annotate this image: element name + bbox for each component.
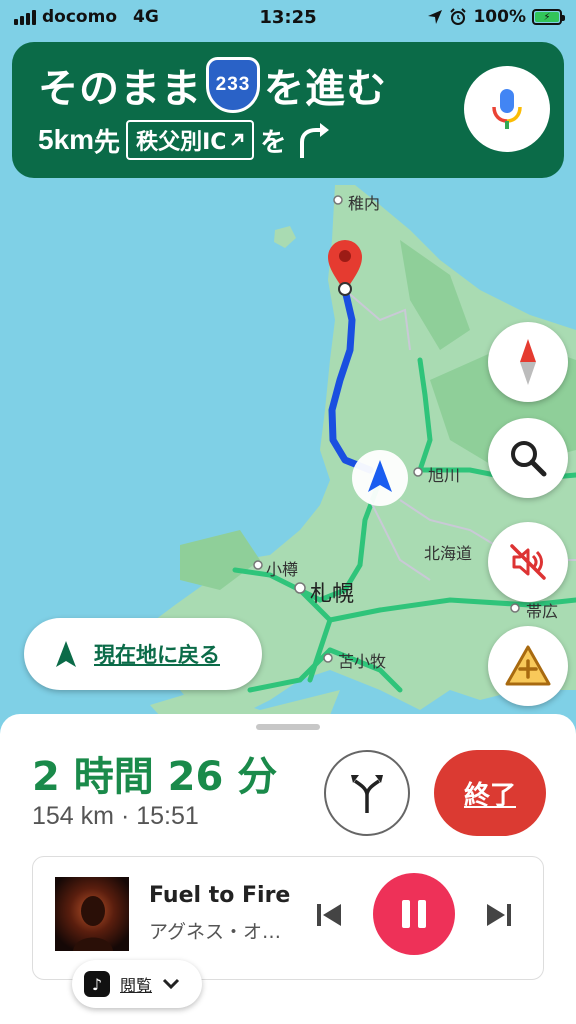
mute-button[interactable] [488, 522, 568, 602]
route-shield-icon: 233 [206, 57, 260, 113]
trip-distance: 154 km [32, 802, 114, 830]
map-label-otaru: 小樽 [266, 560, 299, 579]
previous-track-button[interactable] [309, 895, 349, 935]
search-button[interactable] [488, 418, 568, 498]
pause-button[interactable] [373, 873, 455, 955]
compass-button[interactable] [488, 322, 568, 402]
next-distance: 5km [38, 124, 95, 155]
skip-next-icon [487, 904, 511, 926]
exit-arrow-icon [231, 133, 244, 146]
map-label-tomakomai: 苫小牧 [338, 652, 387, 671]
trip-duration: 2 時間 26 分 [32, 754, 278, 800]
end-navigation-button[interactable]: 終了 [434, 750, 546, 836]
carrier-name: docomo [42, 7, 117, 27]
search-icon [511, 441, 547, 477]
network-type: 4G [133, 7, 159, 27]
instruction-text-end: を進む [264, 66, 387, 112]
map-label-hokkaido: 北海道 [424, 544, 473, 563]
report-incident-button[interactable] [488, 626, 568, 706]
alarm-icon [450, 8, 467, 25]
signal-strength-icon [14, 9, 36, 25]
next-distance-suffix: 先 [94, 127, 121, 158]
battery-percent: 100% [473, 7, 526, 27]
exit-suffix: を [260, 127, 287, 158]
current-location-marker [352, 450, 408, 506]
trip-details: 154 km · 15:51 [32, 802, 199, 831]
recenter-label: 現在地に戻る [94, 643, 220, 667]
voice-search-button[interactable] [464, 66, 550, 152]
recenter-button[interactable]: 現在地に戻る [24, 618, 262, 690]
trip-separator: · [120, 802, 130, 830]
alternate-routes-button[interactable] [324, 750, 410, 836]
instruction-text: そのまま [38, 66, 202, 112]
exit-sign: 秩父別IC [126, 120, 255, 160]
map-label-asahikawa: 旭川 [428, 466, 461, 485]
route-fork-icon [351, 775, 383, 813]
map-label-sapporo: 札幌 [310, 582, 355, 607]
exit-name: 秩父別IC [136, 130, 227, 155]
status-time: 13:25 [259, 6, 317, 28]
navigation-banner[interactable]: そのまま 233 を進む 5km 先 秩父別IC を [12, 42, 564, 178]
location-arrow-icon [428, 10, 443, 24]
next-track-button[interactable] [479, 895, 519, 935]
sound-off-icon [510, 544, 546, 580]
album-art[interactable] [55, 877, 129, 951]
pause-icon [402, 900, 426, 928]
arrival-time: 15:51 [136, 802, 199, 830]
status-bar: docomo 4G 13:25 100% ⚡ [0, 0, 576, 34]
sheet-handle[interactable] [256, 724, 320, 730]
compass-icon [520, 339, 536, 385]
trip-sheet: 2 時間 26 分 154 km · 15:51 終了 Fuel to Fire… [0, 714, 576, 1024]
track-artist: アグネス・オ… [149, 921, 282, 943]
track-title: Fuel to Fire [149, 883, 291, 908]
turn-right-arrow-icon [300, 123, 330, 158]
media-source-selector[interactable]: ♪ 閲覧 [72, 960, 202, 1008]
music-note-icon: ♪ [84, 971, 110, 997]
skip-previous-icon [317, 904, 341, 926]
media-source-label: 閲覧 [120, 976, 153, 995]
battery-icon: ⚡ [532, 9, 565, 25]
navigation-arrow-icon [56, 641, 76, 667]
microphone-icon [492, 89, 522, 129]
chevron-down-icon [162, 978, 180, 990]
map-label-wakkanai: 稚内 [348, 194, 381, 213]
report-incident-icon [505, 645, 551, 686]
